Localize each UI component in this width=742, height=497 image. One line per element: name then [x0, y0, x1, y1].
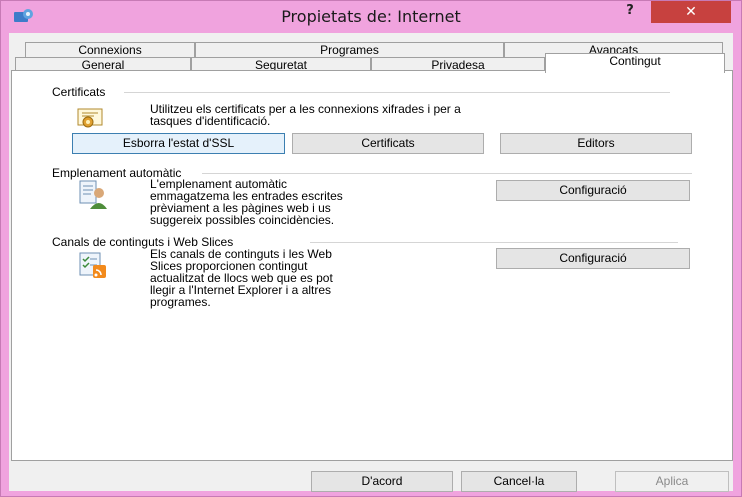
feeds-icon — [79, 252, 106, 278]
cancel-button[interactable]: Cancel·la — [461, 471, 577, 492]
title-bar[interactable]: Propietats de: Internet ? ✕ — [1, 1, 741, 33]
publishers-button[interactable]: Editors — [500, 133, 692, 154]
close-button[interactable]: ✕ — [651, 1, 731, 23]
autocomplete-description-line4: suggereix possibles coincidències. — [150, 213, 335, 227]
feeds-divider — [310, 242, 678, 243]
tab-contingut[interactable]: Contingut — [545, 53, 725, 73]
tab-connexions[interactable]: Connexions — [25, 42, 195, 58]
certificates-description-line2: tasques d'identificació. — [150, 114, 271, 128]
certificates-button[interactable]: Certificats — [292, 133, 484, 154]
autocomplete-icon — [79, 180, 107, 209]
feeds-settings-button[interactable]: Configuració — [496, 248, 690, 269]
tab-programes[interactable]: Programes — [195, 42, 504, 58]
feeds-description-line5: programes. — [150, 295, 211, 309]
ok-button[interactable]: D'acord — [311, 471, 453, 492]
apply-button[interactable]: Aplica — [615, 471, 729, 492]
certificates-divider — [124, 92, 670, 93]
autocomplete-divider — [202, 173, 692, 174]
help-button[interactable]: ? — [617, 3, 643, 25]
certificates-heading: Certificats — [52, 85, 106, 99]
clear-ssl-state-button[interactable]: Esborra l'estat d'SSL — [72, 133, 285, 154]
certificate-icon — [77, 108, 103, 128]
tab-panel-contingut: Certificats Utilitzeu els certificats pe… — [11, 70, 733, 461]
autocomplete-settings-button[interactable]: Configuració — [496, 180, 690, 201]
internet-properties-window: Propietats de: Internet ? ✕ Connexions P… — [0, 0, 742, 497]
